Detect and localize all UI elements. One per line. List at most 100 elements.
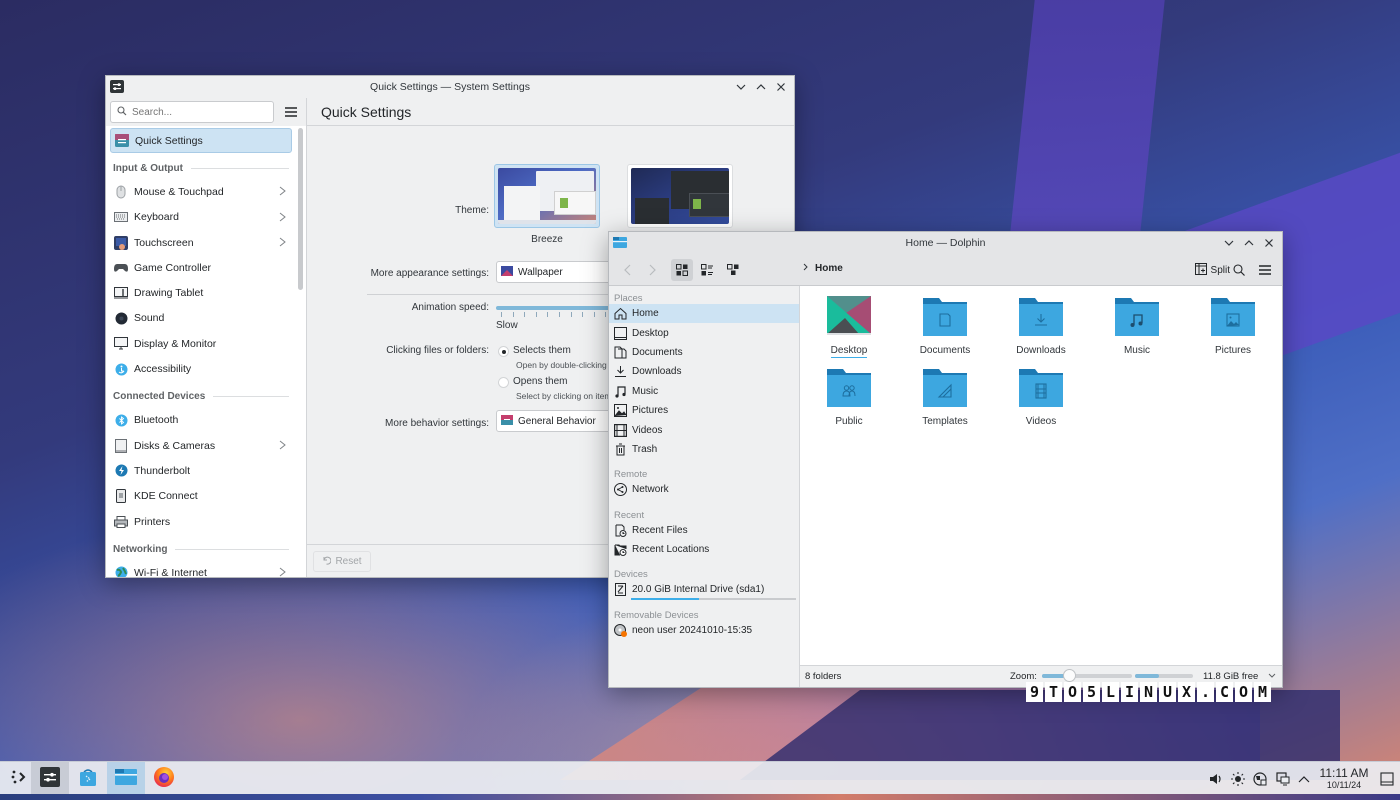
place-home[interactable]: Home: [609, 304, 799, 324]
music-folder-icon: [1115, 298, 1159, 336]
places-category-removable-devices: Removable Devices: [614, 609, 699, 621]
sidebar-item-kde-connect[interactable]: KDE Connect: [110, 484, 292, 509]
titlebar[interactable]: Home — Dolphin: [609, 232, 1282, 254]
place-videos[interactable]: Videos: [609, 420, 799, 439]
page-title: Quick Settings: [307, 98, 794, 126]
watermark-char: 9: [1026, 682, 1043, 702]
disk-icon: [114, 438, 128, 453]
icons-view-button[interactable]: [671, 259, 693, 281]
search-button[interactable]: [1228, 259, 1250, 281]
sidebar-item-touchscreen[interactable]: Touchscreen: [110, 230, 292, 255]
minimize-button[interactable]: [732, 78, 750, 96]
folder-videos[interactable]: Videos: [996, 367, 1086, 427]
theme-card-breeze[interactable]: [494, 164, 600, 228]
appearance-settings-combo[interactable]: Wallpaper: [496, 261, 626, 283]
template-folder-icon: [923, 369, 967, 407]
wallpaper-icon: [501, 265, 513, 279]
place-20-0-gib-internal-drive-sda1[interactable]: 20.0 GiB Internal Drive (sda1): [609, 580, 799, 600]
watermark-char: .: [1197, 682, 1214, 702]
zoom-slider[interactable]: [1042, 669, 1132, 682]
radio-opens-them[interactable]: [498, 377, 509, 388]
sidebar-item-quick-settings[interactable]: Quick Settings: [110, 128, 292, 154]
general-behavior-icon: [501, 414, 513, 428]
sidebar-item-thunderbolt[interactable]: Thunderbolt: [110, 458, 292, 483]
sidebar-item-keyboard[interactable]: Keyboard: [110, 205, 292, 230]
folder-pictures[interactable]: Pictures: [1188, 296, 1278, 356]
place-label: Desktop: [632, 327, 669, 339]
volume-icon[interactable]: [1207, 770, 1225, 788]
sidebar-item-sound[interactable]: Sound: [110, 306, 292, 331]
place-recent-files[interactable]: Recent Files: [609, 521, 799, 540]
maximize-button[interactable]: [752, 78, 770, 96]
reset-button[interactable]: Reset: [313, 551, 371, 572]
digital-clock[interactable]: 11:11 AM 10/11/24: [1316, 766, 1372, 791]
sidebar-item-game-controller[interactable]: Game Controller: [110, 255, 292, 280]
place-trash[interactable]: Trash: [609, 440, 799, 459]
free-space-label[interactable]: 11.8 GiB free: [1203, 671, 1258, 682]
close-button[interactable]: [772, 78, 790, 96]
sidebar-category-networking: Networking: [110, 538, 292, 560]
taskbar-firefox[interactable]: [145, 762, 183, 795]
close-button[interactable]: [1260, 234, 1278, 252]
place-label: Videos: [632, 424, 663, 436]
search-field[interactable]: [110, 101, 275, 123]
sidebar-item-wi-fi-and-internet[interactable]: Wi-Fi & Internet: [110, 560, 292, 577]
sidebar-item-bluetooth[interactable]: Bluetooth: [110, 408, 292, 433]
place-recent-locations[interactable]: Recent Locations: [609, 540, 799, 559]
animation-speed-slider[interactable]: [496, 306, 616, 310]
taskbar-dolphin[interactable]: [107, 762, 145, 795]
place-network[interactable]: Network: [609, 480, 799, 499]
watermark-char: I: [1121, 682, 1138, 702]
taskbar-system-settings[interactable]: [31, 762, 69, 795]
place-neon-user-20241010-15-35[interactable]: neon user 20241010-15:35: [609, 621, 799, 640]
zoom-slider-handle[interactable]: [1063, 669, 1076, 682]
minimize-button[interactable]: [1220, 234, 1238, 252]
network-icon[interactable]: [1251, 770, 1269, 788]
place-desktop[interactable]: Desktop: [609, 323, 799, 342]
hamburger-menu-button[interactable]: [1254, 259, 1276, 281]
split-button[interactable]: Split: [1194, 259, 1230, 281]
sidebar-item-accessibility[interactable]: Accessibility: [110, 356, 292, 381]
taskbar-discover[interactable]: [69, 762, 107, 795]
behavior-settings-combo[interactable]: General Behavior: [496, 410, 626, 432]
forward-button[interactable]: [641, 259, 663, 281]
breadcrumb-home[interactable]: Home: [815, 263, 843, 274]
folder-music[interactable]: Music: [1092, 296, 1182, 356]
folder-count: 8 folders: [805, 671, 842, 682]
display-icon[interactable]: [1274, 770, 1292, 788]
sidebar-item-display-and-monitor[interactable]: Display & Monitor: [110, 331, 292, 356]
folder-name: Downloads: [1016, 345, 1066, 356]
place-downloads[interactable]: Downloads: [609, 362, 799, 381]
folder-downloads[interactable]: Downloads: [996, 296, 1086, 356]
titlebar[interactable]: Quick Settings — System Settings: [106, 76, 794, 98]
sidebar-item-drawing-tablet[interactable]: Drawing Tablet: [110, 280, 292, 305]
sidebar-item-disks-and-cameras[interactable]: Disks & Cameras: [110, 433, 292, 458]
file-view[interactable]: Desktop Documents Downloads Music Pictures Pu…: [800, 286, 1282, 665]
breadcrumb[interactable]: Home: [803, 263, 843, 274]
sidebar-item-printers[interactable]: Printers: [110, 509, 292, 534]
place-pictures[interactable]: Pictures: [609, 401, 799, 420]
brightness-icon[interactable]: [1229, 770, 1247, 788]
radio-selects-them[interactable]: [498, 346, 509, 357]
show-desktop-icon[interactable]: [1378, 770, 1396, 788]
details-view-button[interactable]: [722, 259, 744, 281]
folder-public[interactable]: Public: [804, 367, 894, 427]
download-folder-icon: [1019, 298, 1063, 336]
menu-button[interactable]: [280, 101, 302, 123]
place-label: Documents: [632, 346, 683, 358]
folder-desktop[interactable]: Desktop: [804, 296, 894, 358]
sidebar-item-mouse-and-touchpad[interactable]: Mouse & Touchpad: [110, 179, 292, 204]
wallpaper-strip: [0, 794, 1400, 800]
sidebar-scrollbar[interactable]: [298, 128, 303, 290]
place-documents[interactable]: Documents: [609, 343, 799, 362]
search-input[interactable]: [132, 106, 262, 118]
theme-card-breeze-dark[interactable]: [627, 164, 733, 228]
compact-view-button[interactable]: [696, 259, 718, 281]
folder-templates[interactable]: Templates: [900, 367, 990, 427]
place-music[interactable]: Music: [609, 382, 799, 401]
expand-tray-icon[interactable]: [1295, 770, 1313, 788]
folder-documents[interactable]: Documents: [900, 296, 990, 356]
chevron-down-icon[interactable]: [1268, 671, 1276, 682]
maximize-button[interactable]: [1240, 234, 1258, 252]
back-button[interactable]: [617, 259, 639, 281]
